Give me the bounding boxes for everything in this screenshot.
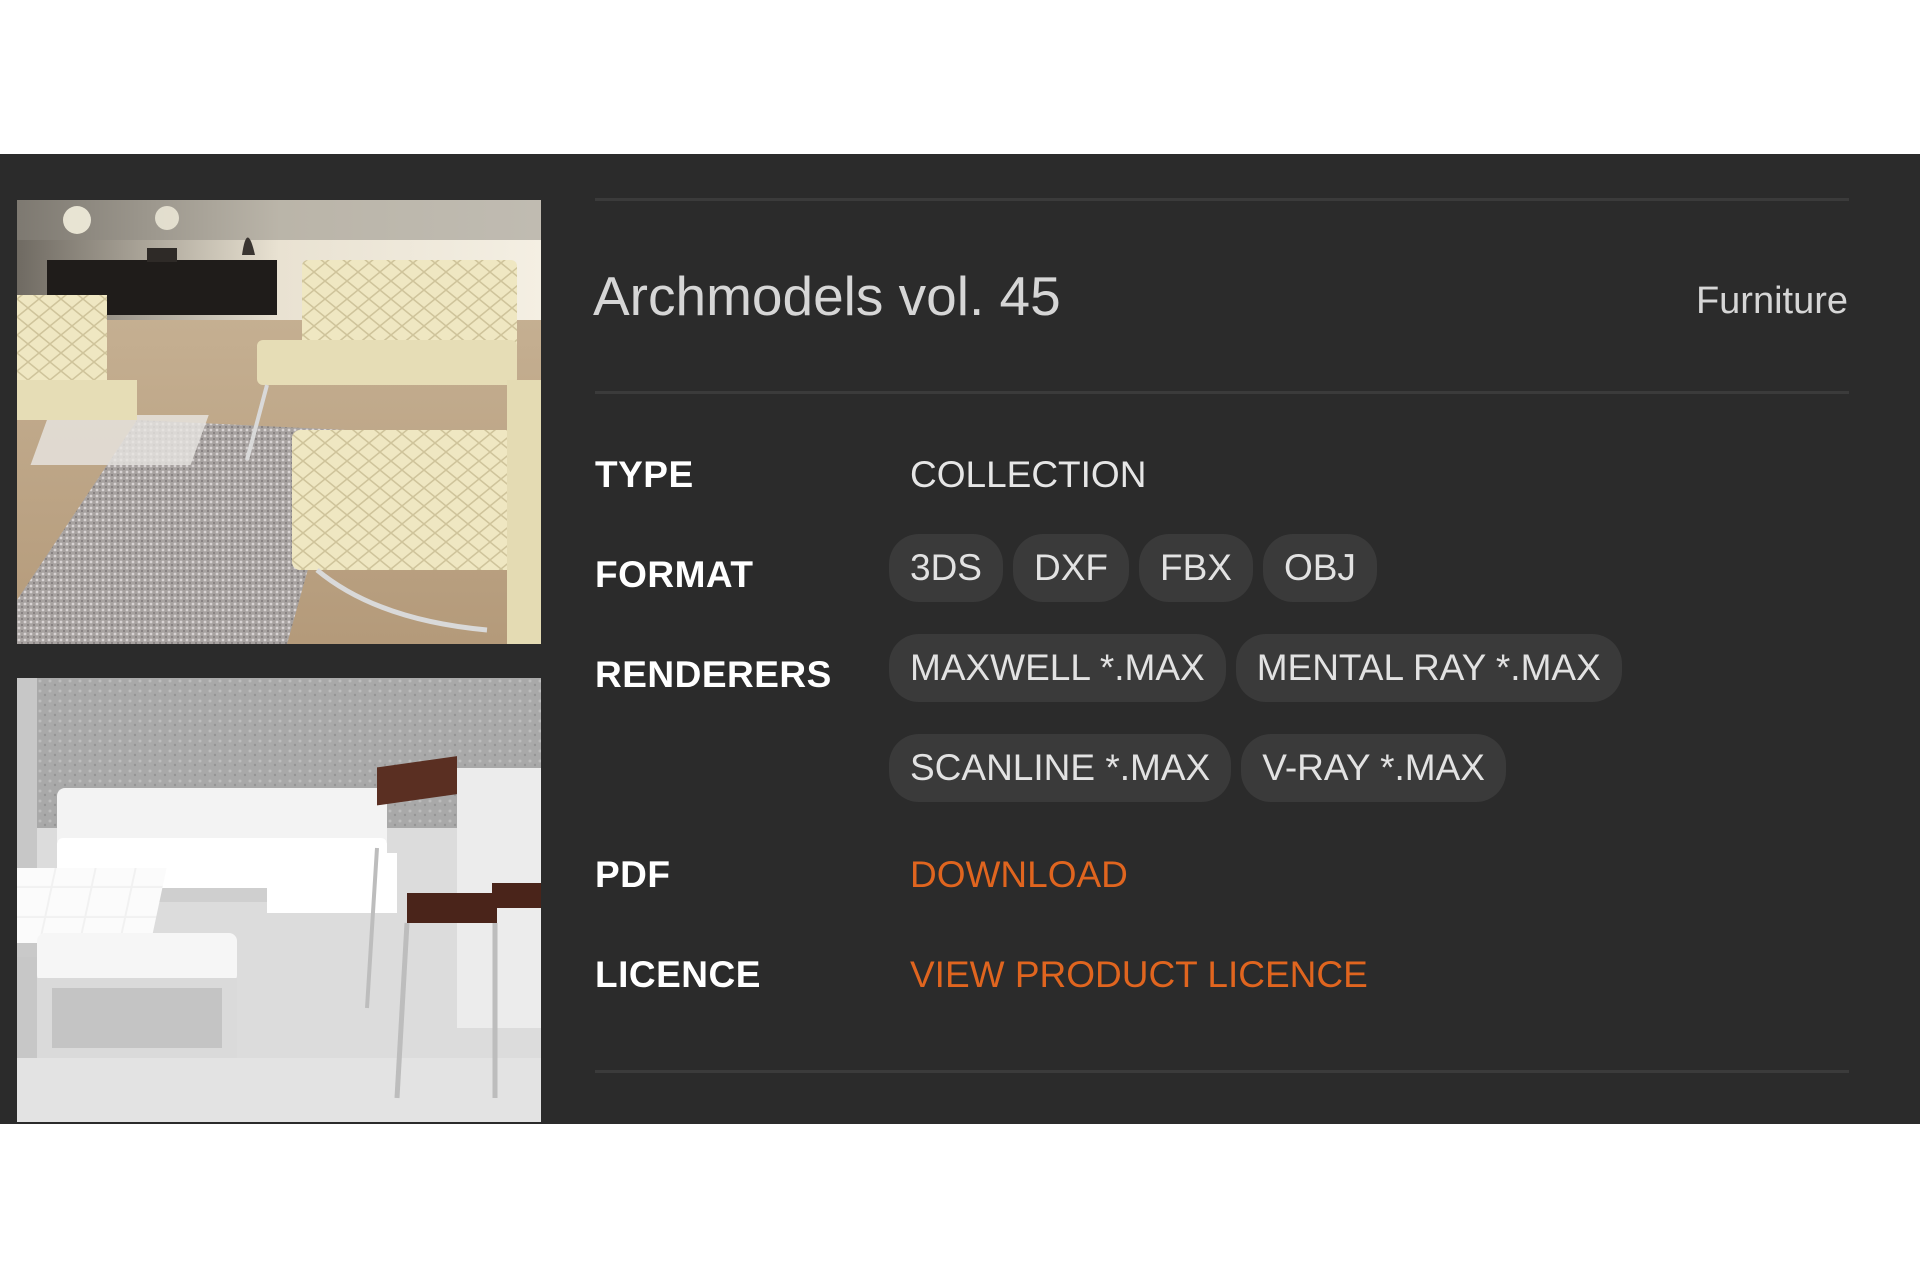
format-chip-obj[interactable]: OBJ	[1262, 534, 1377, 602]
pdf-label: PDF	[595, 854, 671, 895]
divider-bottom	[595, 1070, 1849, 1073]
type-value: COLLECTION	[910, 454, 1147, 495]
lounge-render-image	[17, 200, 541, 644]
renderers-label: RENDERERS	[595, 654, 832, 695]
renderer-chip-vray[interactable]: V-RAY *.MAX	[1241, 734, 1506, 802]
renderer-chips-row-2: SCANLINE *.MAX V-RAY *.MAX	[889, 734, 1506, 802]
renderer-chips-row-1: MAXWELL *.MAX MENTAL RAY *.MAX	[889, 634, 1622, 702]
format-chip-3ds[interactable]: 3DS	[889, 534, 1003, 602]
format-label: FORMAT	[595, 554, 754, 595]
pdf-download-link[interactable]: DOWNLOAD	[910, 854, 1128, 896]
product-category[interactable]: Furniture	[1696, 280, 1848, 323]
renderer-chip-maxwell[interactable]: MAXWELL *.MAX	[889, 634, 1226, 702]
view-licence-link[interactable]: VIEW PRODUCT LICENCE	[910, 954, 1368, 996]
product-thumbnail-lounge[interactable]	[17, 200, 541, 644]
renderer-chip-mental-ray[interactable]: MENTAL RAY *.MAX	[1235, 634, 1622, 702]
format-chip-fbx[interactable]: FBX	[1138, 534, 1253, 602]
product-title: Archmodels vol. 45	[593, 265, 1061, 327]
type-label: TYPE	[595, 454, 694, 495]
divider-top	[595, 198, 1849, 201]
licence-label: LICENCE	[595, 954, 761, 995]
format-chips: 3DS DXF FBX OBJ	[889, 534, 1377, 602]
product-panel: Archmodels vol. 45 Furniture TYPE COLLEC…	[0, 154, 1920, 1124]
renderer-chip-scanline[interactable]: SCANLINE *.MAX	[889, 734, 1232, 802]
divider-middle	[595, 391, 1849, 394]
living-room-render-image	[17, 678, 541, 1122]
product-thumbnail-living-room[interactable]	[17, 678, 541, 1122]
format-chip-dxf[interactable]: DXF	[1012, 534, 1129, 602]
